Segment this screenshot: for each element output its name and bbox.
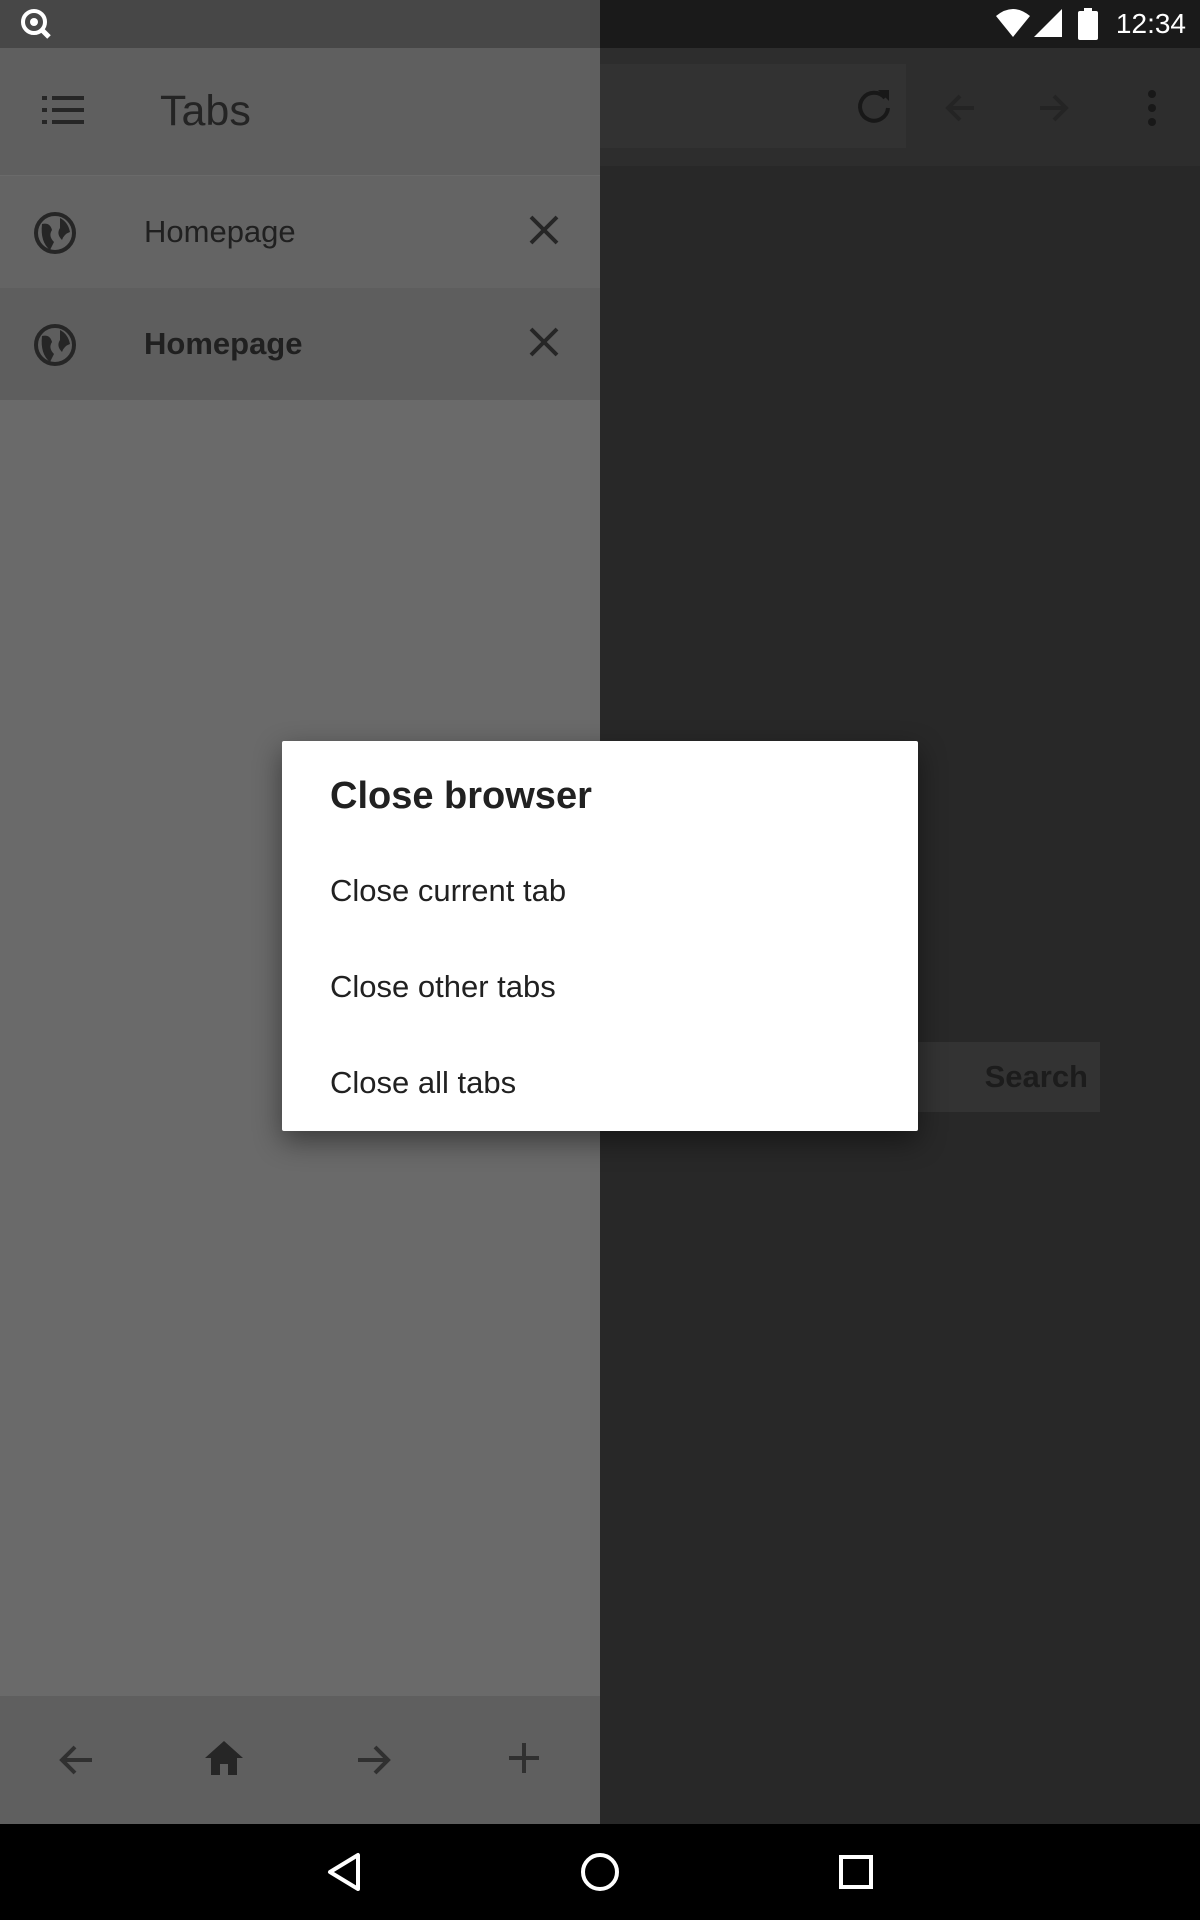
search-app-icon [20,8,52,40]
dialog-title: Close browser [330,775,592,817]
close-browser-dialog: Close browser Close current tab Close ot… [282,741,918,1131]
reload-icon[interactable] [854,86,894,126]
nav-recents-icon[interactable] [838,1854,874,1890]
close-icon[interactable] [528,214,560,246]
search-button[interactable]: Search [910,1042,1100,1112]
nav-home-icon[interactable] [580,1852,620,1892]
close-current-tab-option[interactable]: Close current tab [282,843,918,939]
arrow-back-icon[interactable] [940,88,980,128]
wifi-icon [996,8,1030,38]
list-icon[interactable] [42,92,84,128]
close-all-tabs-option[interactable]: Close all tabs [282,1035,918,1131]
globe-icon [34,324,76,366]
add-icon[interactable] [506,1740,542,1776]
arrow-forward-icon[interactable] [1034,88,1074,128]
globe-icon [34,212,76,254]
tab-item-active[interactable]: Homepage [0,288,600,400]
close-other-tabs-option[interactable]: Close other tabs [282,939,918,1035]
nav-back-icon[interactable] [326,1852,362,1892]
drawer-header: Tabs [0,48,600,175]
status-bar-left [0,0,600,48]
drawer-title: Tabs [160,87,251,135]
tab-item[interactable]: Homepage [0,176,600,288]
status-clock: 12:34 [1115,8,1186,39]
home-icon[interactable] [204,1738,244,1778]
battery-icon [1078,8,1098,40]
tab-label: Homepage [144,214,296,249]
status-bar: 12:34 [0,0,1200,48]
system-nav-bar [0,1824,1200,1920]
more-vert-icon[interactable] [1134,88,1170,128]
close-icon[interactable] [528,326,560,358]
arrow-forward-icon[interactable] [354,1740,394,1780]
tab-label: Homepage [144,326,303,361]
arrow-back-icon[interactable] [56,1740,96,1780]
cell-signal-icon [1034,9,1062,37]
drawer-bottom-bar [0,1696,600,1824]
